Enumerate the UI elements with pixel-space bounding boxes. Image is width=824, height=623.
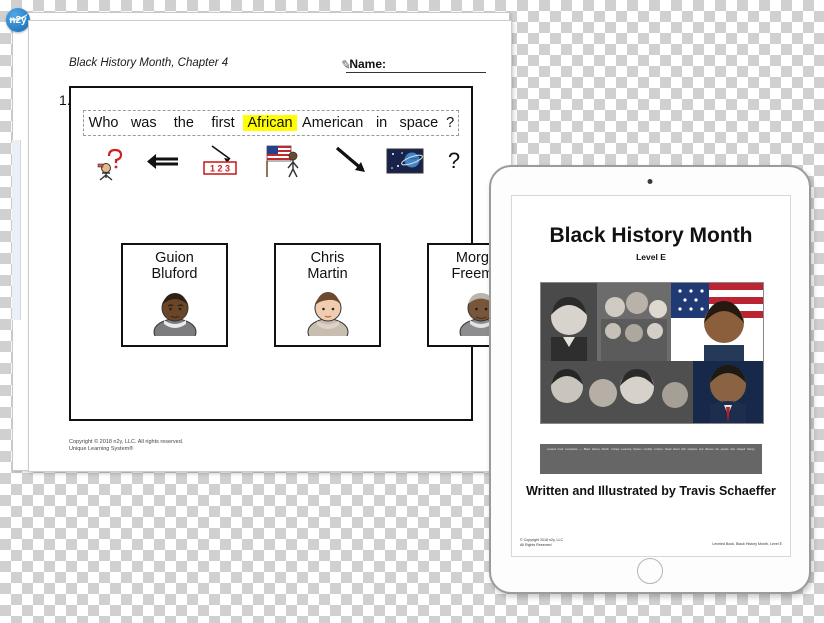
footer-product: Unique Learning System® <box>69 446 134 452</box>
book-copyright: © Copyright 2018 n2y, LLC All Rights Res… <box>520 538 563 548</box>
question-word-the: the <box>173 115 194 131</box>
question-text-row: Who was the first African American in sp… <box>83 110 459 136</box>
symbol-row: 1 2 3 ? <box>83 140 460 186</box>
svg-text:1 2 3: 1 2 3 <box>210 164 230 174</box>
home-button[interactable] <box>637 558 663 584</box>
answer-choice-guion-bluford[interactable]: Guion Bluford <box>121 243 228 347</box>
question-mark-symbol: ? <box>447 148 461 173</box>
question-word-african: African <box>242 115 298 131</box>
portrait-chris-martin <box>299 284 357 346</box>
question-word-space: space <box>399 115 439 131</box>
question-word-in: in <box>375 115 388 131</box>
was-past-arrow-symbol <box>141 140 187 182</box>
answer-choice-label: Guion Bluford <box>151 250 198 282</box>
name-label: Name: <box>349 57 386 71</box>
first-123-symbol: 1 2 3 <box>197 140 243 182</box>
book-description-text: Leveled book companion — Black History M… <box>546 448 756 451</box>
ipad-device: Black History Month Level E Leveled book… <box>489 165 811 594</box>
answer-choice-chris-martin[interactable]: Chris Martin <box>274 243 381 347</box>
pencil-icon: ✎ <box>340 57 352 73</box>
who-person-question-symbol <box>89 140 135 182</box>
question-word-was: was <box>130 115 157 131</box>
chapter-title: Black History Month, Chapter 4 <box>69 57 229 69</box>
answer-choice-label: Chris Martin <box>307 250 348 282</box>
question-word-qmark: ? <box>446 115 455 131</box>
worksheet-header: Black History Month, Chapter 4 Name: ✎ <box>29 57 511 79</box>
page-side-tab <box>12 140 21 320</box>
book-title: Black History Month <box>549 224 753 247</box>
in-arrow-symbol <box>331 140 377 182</box>
question-frame: 1. Who was the first African American in… <box>59 86 511 421</box>
n2y-logo: n2y <box>6 8 30 32</box>
question-word-american: American <box>302 115 364 131</box>
ipad-screen: Black History Month Level E Leveled book… <box>511 195 791 557</box>
space-planet-symbol <box>383 140 429 182</box>
worksheet-page: Black History Month, Chapter 4 Name: ✎ 1… <box>28 20 512 472</box>
name-input-line[interactable] <box>346 72 486 73</box>
question-word-who: Who <box>88 115 119 131</box>
book-meta: Leveled Book, Black History Month, Level… <box>712 542 782 546</box>
question-number: 1. <box>59 92 71 108</box>
book-description-band: Leveled book companion — Black History M… <box>540 444 762 474</box>
camera-icon <box>647 179 653 184</box>
book-level: Level E <box>636 252 666 262</box>
book-author: Written and Illustrated by Travis Schaef… <box>526 484 776 498</box>
african-american-flag-person-symbol <box>263 140 309 182</box>
book-copyright-line-2: All Rights Reserved <box>520 543 552 547</box>
question-word-first: first <box>211 115 235 131</box>
worksheet-footer: Copyright © 2018 n2y, LLC. All rights re… <box>69 439 183 453</box>
footer-copyright: Copyright © 2018 n2y, LLC. All rights re… <box>69 439 184 445</box>
book-cover-collage <box>540 282 764 424</box>
portrait-guion-bluford <box>146 284 204 346</box>
